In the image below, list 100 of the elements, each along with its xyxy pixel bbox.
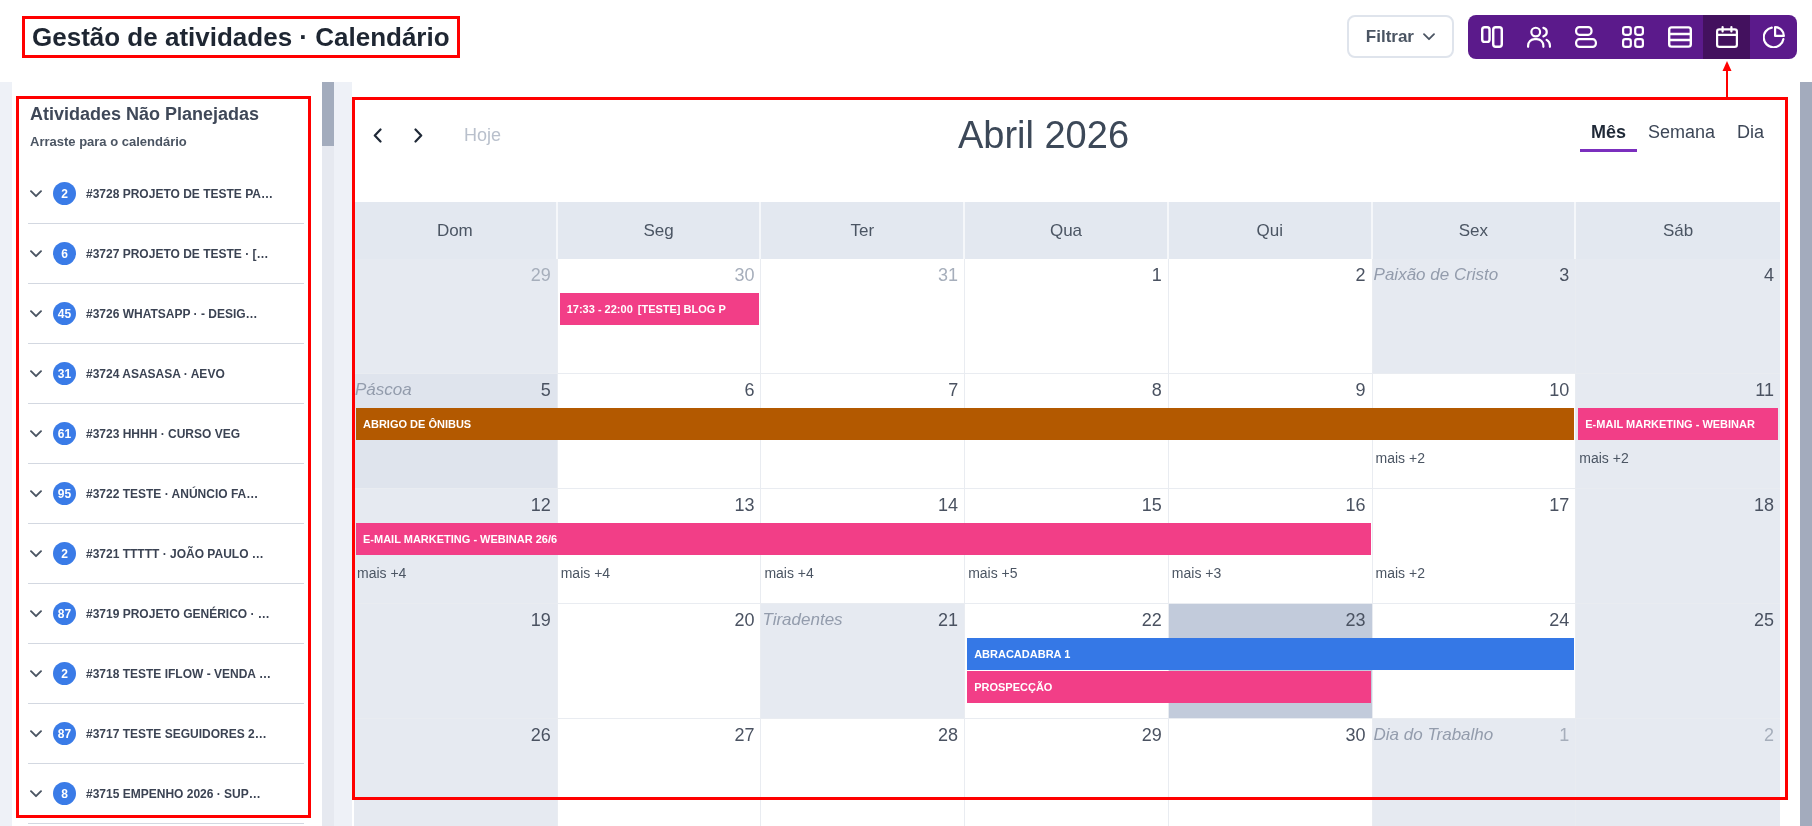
filter-button[interactable]: Filtrar xyxy=(1346,15,1454,58)
day-number: 21 xyxy=(938,609,959,631)
day-number: 15 xyxy=(1141,494,1162,516)
chevron-right-icon xyxy=(414,127,423,143)
count-badge: 31 xyxy=(53,362,76,385)
day-number: 16 xyxy=(1345,494,1366,516)
activity-title[interactable]: #3723 HHHH · CURSO VEG xyxy=(86,426,241,441)
day-number: 20 xyxy=(734,609,755,631)
more-link[interactable]: mais +3 xyxy=(1168,564,1222,581)
activity-title[interactable]: #3719 PROJETO GENÉRICO · … xyxy=(86,606,270,621)
count-badge: 8 xyxy=(53,782,76,805)
panel-subtitle: Arraste para o calendário xyxy=(30,134,188,150)
day-number: 18 xyxy=(1753,494,1774,516)
chevron-down-icon[interactable] xyxy=(30,489,42,498)
view-tab[interactable]: Dia xyxy=(1725,113,1775,152)
chevron-down-icon[interactable] xyxy=(30,189,42,198)
more-link[interactable]: mais +4 xyxy=(557,564,611,581)
event-bar[interactable]: E-MAIL MARKETING - WEBINAR xyxy=(1578,408,1778,440)
activity-title[interactable]: #3715 EMPENHO 2026 · SUP… xyxy=(86,786,261,801)
event-bar[interactable]: 17:33 - 22:00 [TESTE] BLOG P xyxy=(559,293,760,325)
day-number: 27 xyxy=(734,724,755,746)
activity-title[interactable]: #3718 TESTE IFLOW - VENDA … xyxy=(86,666,271,681)
scrollbar-thumb[interactable] xyxy=(1800,82,1812,826)
view-tab[interactable]: Semana xyxy=(1636,113,1726,152)
day-number: 13 xyxy=(734,494,755,516)
holiday-label: Tiradentes xyxy=(762,609,843,631)
count-badge: 87 xyxy=(53,722,76,745)
event-bar[interactable]: PROSPECÇÃO xyxy=(967,671,1371,703)
day-number: 30 xyxy=(1345,724,1366,746)
chevron-down-icon[interactable] xyxy=(30,789,42,798)
event-bar[interactable]: ABRACADABRA 1 xyxy=(967,638,1575,670)
month-title: Abril 2026 xyxy=(957,113,1130,157)
pie-chart-icon xyxy=(1762,25,1785,48)
count-badge: 87 xyxy=(53,602,76,625)
chevron-down-icon[interactable] xyxy=(30,729,42,738)
users-icon xyxy=(1526,25,1551,48)
day-number: 29 xyxy=(530,264,551,286)
day-number: 19 xyxy=(530,609,551,631)
day-number: 7 xyxy=(948,379,959,401)
day-number: 1 xyxy=(1151,264,1162,286)
activity-title[interactable]: #3724 ASASASA · AEVO xyxy=(86,366,225,381)
chevron-down-icon[interactable] xyxy=(30,609,42,618)
more-link[interactable]: mais +5 xyxy=(965,564,1018,581)
count-badge: 2 xyxy=(53,542,76,565)
count-badge: 2 xyxy=(53,662,76,685)
activity-title[interactable]: #3722 TESTE · ANÚNCIO FA… xyxy=(86,486,259,501)
day-number: 11 xyxy=(1755,379,1774,401)
table-icon xyxy=(1667,25,1692,48)
chevron-down-icon[interactable] xyxy=(30,549,42,558)
day-number: 17 xyxy=(1549,494,1570,516)
activity-title[interactable]: #3728 PROJETO DE TESTE PA… xyxy=(86,186,273,201)
day-number: 22 xyxy=(1141,609,1162,631)
day-number: 2 xyxy=(1763,724,1774,746)
day-number: 2 xyxy=(1355,264,1366,286)
more-link[interactable]: mais +2 xyxy=(1372,449,1425,466)
day-number: 10 xyxy=(1549,379,1570,401)
day-number: 28 xyxy=(938,724,959,746)
columns-icon xyxy=(1480,25,1503,48)
day-number: 1 xyxy=(1559,724,1570,746)
activity-title[interactable]: #3717 TESTE SEGUIDORES 2… xyxy=(86,726,267,741)
count-badge: 6 xyxy=(53,242,76,265)
event-bar[interactable]: E-MAIL MARKETING - WEBINAR 26/6 xyxy=(356,523,1371,555)
activity-title[interactable]: #3727 PROJETO DE TESTE · [… xyxy=(86,246,269,261)
activity-title[interactable]: #3721 TTTTT · JOÃO PAULO … xyxy=(86,546,264,561)
view-tab[interactable]: Mês xyxy=(1579,113,1637,152)
more-link[interactable]: mais +4 xyxy=(354,564,407,581)
day-number: 23 xyxy=(1345,609,1366,631)
day-number: 6 xyxy=(744,379,755,401)
calendar-icon xyxy=(1715,25,1738,48)
event-bar[interactable]: ABRIGO DE ÔNIBUS xyxy=(356,408,1575,440)
weekday-header: Sáb xyxy=(1662,219,1695,242)
day-number: 24 xyxy=(1549,609,1570,631)
day-number: 26 xyxy=(530,724,551,746)
chevron-down-icon[interactable] xyxy=(30,369,42,378)
holiday-label: Paixão de Cristo xyxy=(1373,264,1499,286)
stacked-bars-icon xyxy=(1573,25,1598,48)
chevron-down-icon[interactable] xyxy=(30,309,42,318)
activity-title[interactable]: #3726 WHATSAPP · - DESIG… xyxy=(86,306,258,321)
scrollbar-thumb[interactable] xyxy=(322,82,334,146)
count-badge: 2 xyxy=(53,182,76,205)
day-number: 29 xyxy=(1141,724,1162,746)
day-number: 12 xyxy=(530,494,551,516)
more-link[interactable]: mais +2 xyxy=(1576,449,1629,466)
day-number: 8 xyxy=(1151,379,1162,401)
holiday-label: Páscoa xyxy=(355,379,412,401)
count-badge: 45 xyxy=(53,302,76,325)
more-link[interactable]: mais +2 xyxy=(1372,564,1425,581)
chevron-down-icon[interactable] xyxy=(30,249,42,258)
view-button[interactable] xyxy=(1703,14,1750,59)
day-number: 4 xyxy=(1763,264,1774,286)
day-number: 25 xyxy=(1753,609,1774,631)
more-link[interactable]: mais +4 xyxy=(761,564,814,581)
chevron-down-icon[interactable] xyxy=(30,669,42,678)
count-badge: 61 xyxy=(53,422,76,445)
chevron-left-icon xyxy=(373,127,382,143)
day-number: 14 xyxy=(938,494,959,516)
panel-title: Atividades Não Planejadas xyxy=(30,103,261,125)
chevron-down-icon[interactable] xyxy=(30,429,42,438)
day-number: 9 xyxy=(1355,379,1366,401)
day-number: 3 xyxy=(1559,264,1570,286)
